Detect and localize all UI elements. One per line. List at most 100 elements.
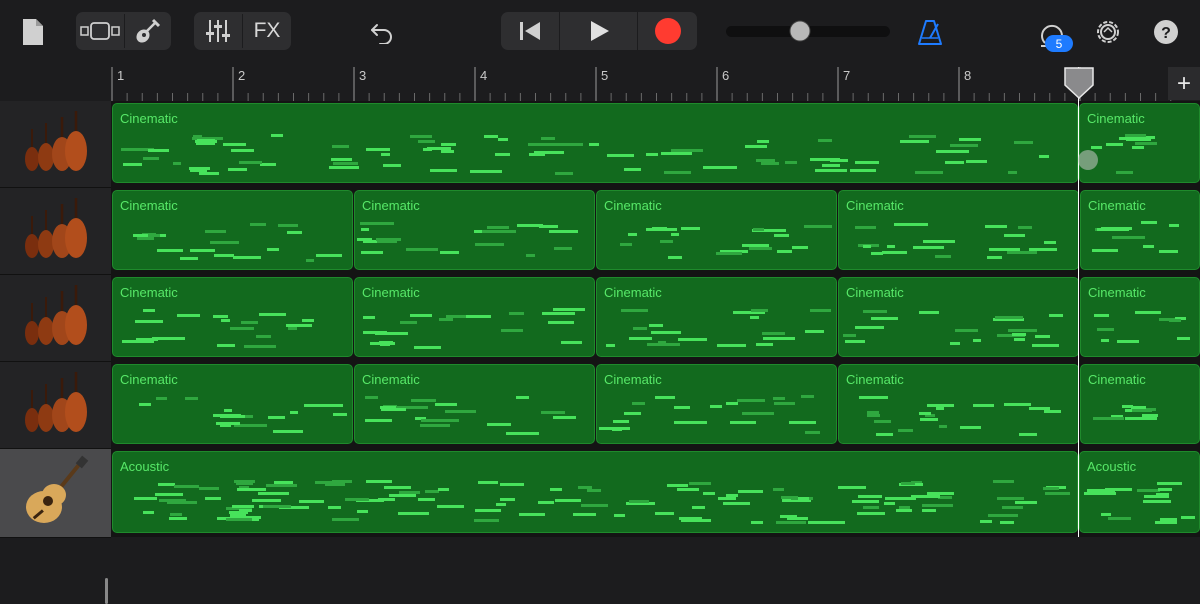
midi-note xyxy=(762,332,786,336)
instrument-button[interactable] xyxy=(125,12,171,50)
midi-note xyxy=(1132,409,1152,413)
region-cinematic[interactable]: Cinematic xyxy=(1080,190,1200,270)
region-label: Cinematic xyxy=(120,372,178,387)
region-cinematic[interactable]: Cinematic xyxy=(838,190,1079,270)
midi-note xyxy=(410,134,433,138)
midi-note xyxy=(614,514,625,518)
region-cinematic[interactable]: Cinematic xyxy=(112,190,353,270)
bar-number: 5 xyxy=(601,68,609,83)
playhead-handle[interactable] xyxy=(1064,67,1094,104)
midi-note xyxy=(870,317,899,321)
help-button[interactable]: ? xyxy=(1152,18,1180,46)
midi-note xyxy=(887,244,896,248)
undo-button[interactable] xyxy=(366,16,398,48)
midi-note xyxy=(440,142,457,146)
midi-note xyxy=(303,404,327,408)
midi-note xyxy=(921,509,936,513)
region-cinematic[interactable]: Cinematic xyxy=(112,103,1078,183)
settings-button[interactable] xyxy=(1092,16,1124,48)
view-toggle-button[interactable] xyxy=(76,12,123,50)
midi-note xyxy=(1131,145,1144,149)
region-cinematic[interactable]: Cinematic xyxy=(1080,277,1200,357)
midi-note xyxy=(838,486,866,490)
rewind-button[interactable] xyxy=(501,12,559,50)
region-label: Cinematic xyxy=(1087,111,1145,126)
midi-note xyxy=(954,328,978,332)
strings-icon xyxy=(25,372,87,432)
midi-note xyxy=(742,412,775,415)
midi-note xyxy=(774,402,795,406)
midi-note xyxy=(259,163,277,167)
settings-icon xyxy=(1097,21,1119,43)
midi-note xyxy=(380,152,391,156)
region-acoustic[interactable]: Acoustic xyxy=(112,451,1078,533)
timeline-ruler[interactable]: 1 2 3 4 5 6 7 8 9 xyxy=(111,67,1200,101)
play-button[interactable] xyxy=(560,12,637,50)
mixer-button[interactable] xyxy=(194,12,242,50)
midi-note xyxy=(667,483,688,487)
midi-note xyxy=(760,162,780,165)
midi-note xyxy=(552,142,584,146)
midi-note xyxy=(995,316,1023,320)
midi-note xyxy=(255,334,272,338)
record-icon xyxy=(654,18,681,44)
midi-note xyxy=(1142,500,1171,504)
midi-note xyxy=(938,424,948,428)
region-cinematic[interactable]: Cinematic xyxy=(354,364,595,444)
midi-note xyxy=(670,232,679,236)
midi-note xyxy=(425,489,439,493)
track-header-strings-4[interactable] xyxy=(0,362,111,449)
region-cinematic[interactable]: Cinematic xyxy=(1079,103,1200,183)
midi-note xyxy=(859,395,889,399)
midi-note xyxy=(361,227,370,231)
midi-note xyxy=(862,506,880,510)
resize-handle[interactable] xyxy=(105,578,108,604)
strings-icon xyxy=(25,111,87,171)
slider-knob[interactable] xyxy=(789,20,811,42)
bar-number: 3 xyxy=(359,68,367,83)
midi-note xyxy=(1115,171,1134,175)
midi-note xyxy=(378,497,396,501)
midi-note xyxy=(986,255,1003,259)
region-cinematic[interactable]: Cinematic xyxy=(112,364,353,444)
region-cinematic[interactable]: Cinematic xyxy=(112,277,353,357)
midi-note xyxy=(438,488,450,492)
region-cinematic[interactable]: Cinematic xyxy=(1080,364,1200,444)
midi-note xyxy=(465,315,491,319)
region-cinematic[interactable]: Cinematic xyxy=(596,364,837,444)
master-volume-slider[interactable] xyxy=(726,20,890,42)
midi-note xyxy=(897,429,914,433)
track-header-strings-1[interactable] xyxy=(0,101,111,188)
midi-note xyxy=(383,486,412,489)
region-cinematic[interactable]: Cinematic xyxy=(354,190,595,270)
bar-number: 7 xyxy=(843,68,851,83)
track-header-acoustic-guitar[interactable] xyxy=(0,449,111,538)
region-cinematic[interactable]: Cinematic xyxy=(838,364,1079,444)
my-songs-button[interactable] xyxy=(18,15,48,49)
midi-note xyxy=(506,432,539,436)
midi-note xyxy=(289,410,299,414)
midi-note xyxy=(772,397,785,401)
midi-note xyxy=(703,165,738,169)
track-headers xyxy=(0,101,111,604)
metronome-button[interactable] xyxy=(916,16,944,48)
record-button[interactable] xyxy=(638,12,697,50)
midi-note xyxy=(417,498,436,502)
region-label: Cinematic xyxy=(604,198,662,213)
midi-note xyxy=(855,225,876,229)
midi-note xyxy=(763,337,795,341)
track-header-strings-3[interactable] xyxy=(0,275,111,362)
midi-note xyxy=(1096,228,1129,232)
add-section-button[interactable]: + xyxy=(1168,67,1200,100)
region-cinematic[interactable]: Cinematic xyxy=(596,190,837,270)
region-cinematic[interactable]: Cinematic xyxy=(596,277,837,357)
region-cinematic[interactable]: Cinematic xyxy=(354,277,595,357)
midi-note xyxy=(538,501,555,505)
region-cinematic[interactable]: Cinematic xyxy=(838,277,1079,357)
midi-note xyxy=(430,169,458,173)
region-acoustic[interactable]: Acoustic xyxy=(1079,451,1200,533)
region-label: Cinematic xyxy=(604,285,662,300)
track-header-strings-2[interactable] xyxy=(0,188,111,275)
midi-note xyxy=(988,514,1019,518)
fx-button[interactable]: FX xyxy=(243,12,291,50)
